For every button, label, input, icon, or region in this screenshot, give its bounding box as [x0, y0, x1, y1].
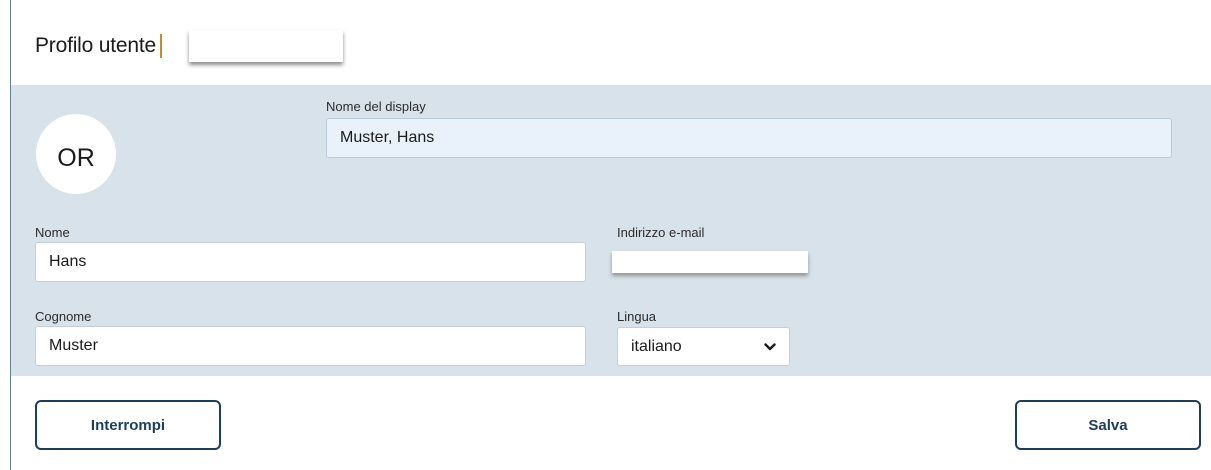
title-text-cursor	[159, 34, 162, 58]
cancel-button[interactable]: Interrompi	[35, 400, 221, 450]
language-selected-value: italiano	[631, 337, 682, 355]
redacted-email-field	[612, 251, 808, 273]
first-name-field[interactable]	[35, 242, 586, 282]
last-name-field[interactable]	[35, 326, 586, 366]
language-select[interactable]: italiano	[617, 327, 790, 366]
first-name-label: Nome	[35, 225, 70, 240]
email-label: Indirizzo e-mail	[617, 225, 705, 240]
display-name-field[interactable]	[326, 118, 1172, 158]
chevron-down-icon	[763, 340, 777, 354]
language-label: Lingua	[617, 309, 657, 324]
page-title: Profilo utente	[35, 34, 156, 57]
avatar: OR	[36, 114, 116, 194]
redacted-username-box	[189, 30, 343, 62]
save-button[interactable]: Salva	[1015, 400, 1201, 450]
avatar-initials: OR	[57, 143, 95, 172]
page-header: Profilo utente	[35, 30, 162, 62]
last-name-label: Cognome	[35, 309, 92, 324]
display-name-label: Nome del display	[326, 99, 426, 114]
